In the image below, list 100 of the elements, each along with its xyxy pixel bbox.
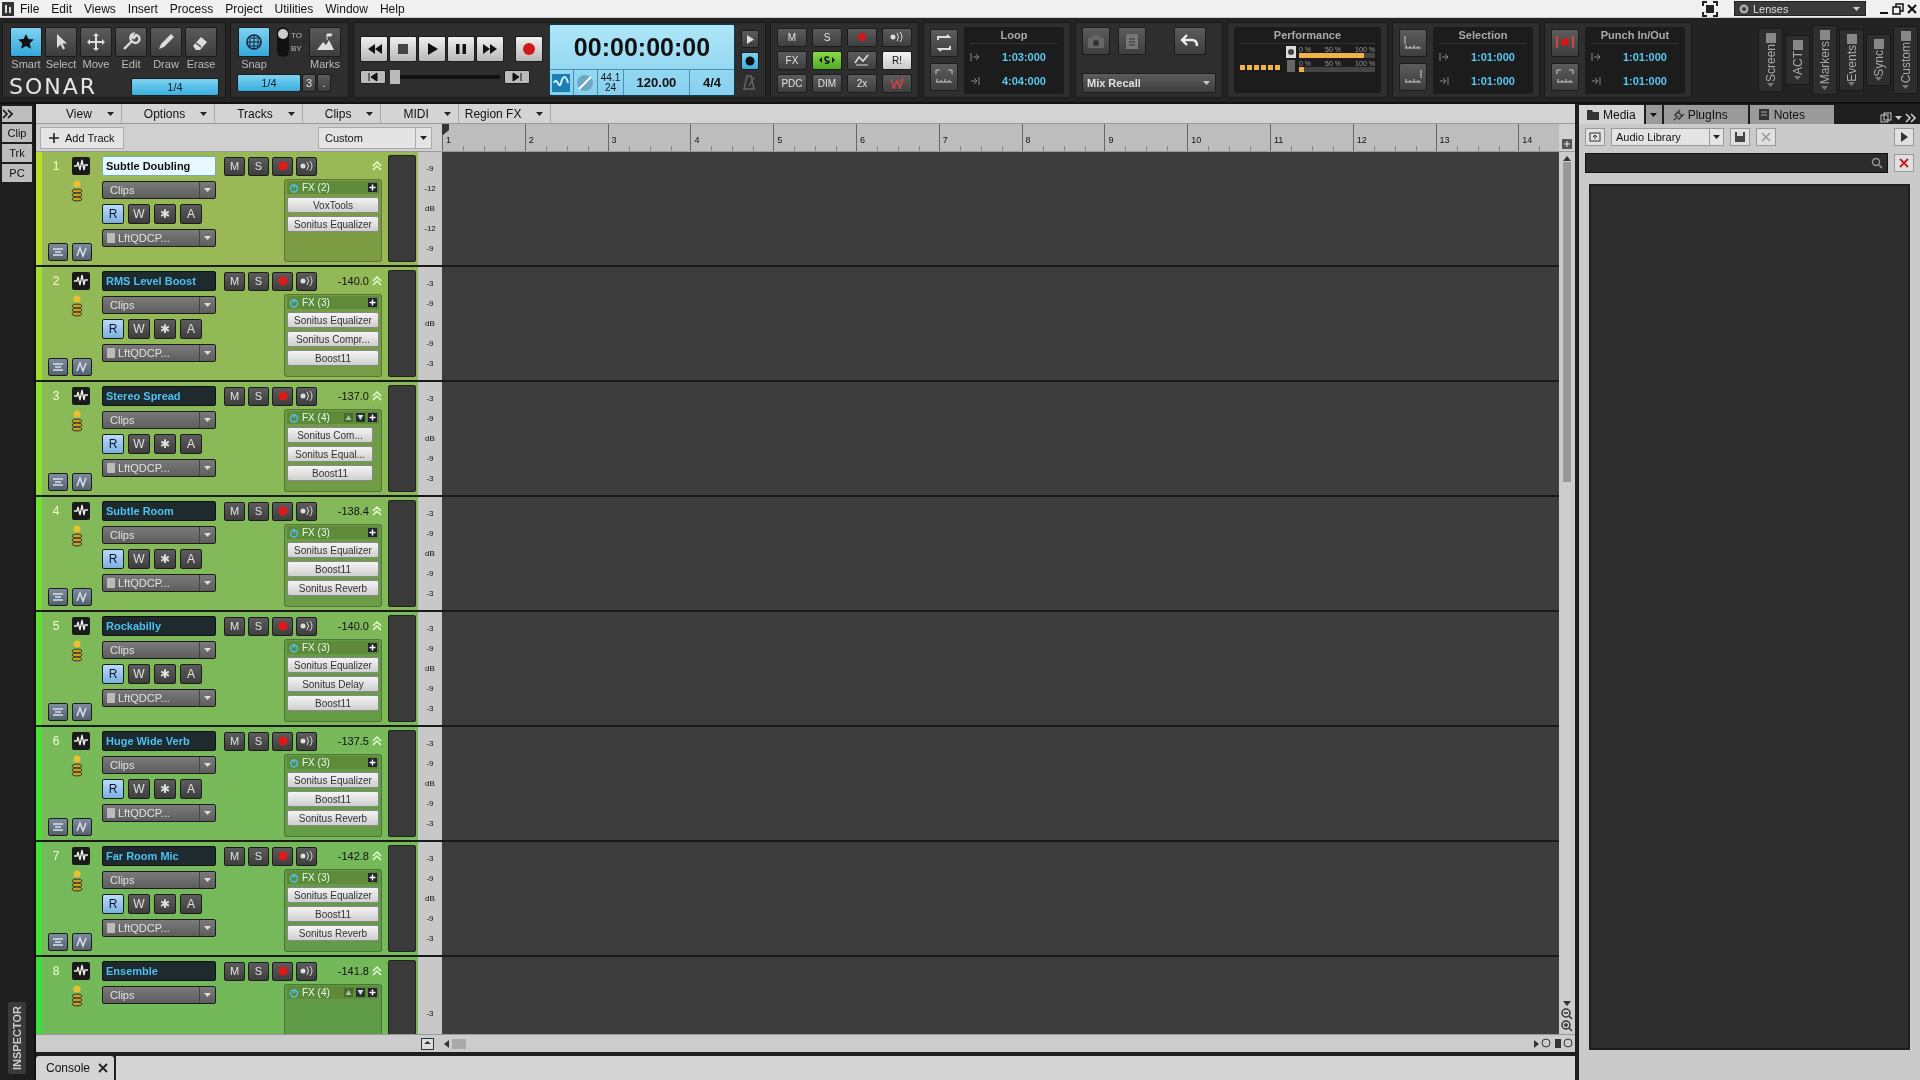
volume-value[interactable]: -140.0 xyxy=(337,620,369,632)
inspector-tab[interactable]: Clip xyxy=(2,124,32,142)
automation-button[interactable]: R xyxy=(102,434,124,454)
lenses-dropdown[interactable]: Lenses xyxy=(1734,1,1866,16)
selection-start-time[interactable]: 1:01:000 xyxy=(1458,50,1527,63)
solo-button[interactable]: S xyxy=(248,156,269,176)
menu-dropdown[interactable]: MIDI xyxy=(381,104,459,123)
menu-item[interactable]: Edit xyxy=(45,1,79,16)
volume-value[interactable]: -140.0 xyxy=(337,275,369,287)
track-name-field[interactable]: Huge Wide Verb xyxy=(102,731,216,751)
inspector-tab[interactable]: INSPECTOR xyxy=(8,1002,26,1074)
plugin-button[interactable]: Boost11 xyxy=(287,465,373,481)
input-dropdown[interactable]: LftQDCP... xyxy=(102,344,216,362)
track-name-field[interactable]: Rockabilly xyxy=(102,616,216,636)
loop-end-time[interactable]: 4:04:000 xyxy=(989,74,1058,87)
automation-button[interactable]: W xyxy=(128,779,150,799)
mix-button[interactable]: 2x xyxy=(846,73,877,93)
mix-button[interactable]: FX xyxy=(776,50,807,70)
mix-button[interactable]: M xyxy=(776,27,807,47)
automation-button[interactable]: ✱ xyxy=(154,779,176,799)
automation-button[interactable]: W xyxy=(128,319,150,339)
mix-button[interactable]: DIM xyxy=(811,73,842,93)
browser-tab[interactable]: Media xyxy=(1579,105,1644,124)
automation-button[interactable]: ✱ xyxy=(154,549,176,569)
track-name-field[interactable]: Stereo Spread xyxy=(102,386,216,406)
input-dropdown[interactable]: LftQDCP... xyxy=(102,229,216,247)
browser-tab[interactable]: PlugIns xyxy=(1663,105,1748,124)
library-dropdown[interactable]: Audio Library xyxy=(1611,128,1724,146)
tempo-value[interactable]: 120.00 xyxy=(623,70,690,95)
automation-button[interactable]: W xyxy=(128,894,150,914)
menu-item[interactable]: Insert xyxy=(121,1,164,16)
solo-button[interactable]: S xyxy=(248,501,269,521)
selection-end-time[interactable]: 1:01:000 xyxy=(1458,74,1527,87)
menu-item[interactable]: Project xyxy=(219,1,269,16)
automation-button[interactable]: A xyxy=(180,779,202,799)
punch-end-time[interactable]: 1:01:000 xyxy=(1610,74,1679,87)
plugin-button[interactable]: VoxTools xyxy=(287,197,379,213)
plugin-button[interactable]: Sonitus Equalizer xyxy=(287,216,379,232)
track-name-field[interactable]: Ensemble xyxy=(102,961,216,981)
mute-button[interactable]: M xyxy=(224,501,245,521)
clips-dropdown[interactable]: Clips xyxy=(102,641,216,659)
menu-dropdown[interactable]: Region FX xyxy=(458,104,552,123)
solo-button[interactable]: S xyxy=(248,271,269,291)
plugin-button[interactable]: Sonitus Compr... xyxy=(287,331,379,347)
automation-button[interactable]: A xyxy=(180,204,202,224)
automation-button[interactable]: R xyxy=(102,664,124,684)
plugin-button[interactable]: Boost11 xyxy=(287,695,379,711)
meter-value[interactable]: 4/4 xyxy=(689,70,734,95)
clips-dropdown[interactable]: Clips xyxy=(102,756,216,774)
volume-value[interactable]: -142.8 xyxy=(337,850,369,862)
mute-button[interactable]: M xyxy=(224,731,245,751)
solo-button[interactable]: S xyxy=(248,731,269,751)
track-name-field[interactable]: RMS Level Boost xyxy=(102,271,216,291)
plugin-button[interactable]: Sonitus Reverb xyxy=(287,810,379,826)
plugin-button[interactable]: Sonitus Equalizer xyxy=(287,772,379,788)
automation-button[interactable]: W xyxy=(128,434,150,454)
plugin-button[interactable]: Boost11 xyxy=(287,906,379,922)
input-dropdown[interactable]: LftQDCP... xyxy=(102,689,216,707)
mute-button[interactable]: M xyxy=(224,846,245,866)
triplet-button[interactable]: 3 xyxy=(302,74,316,92)
mix-button[interactable]: R! xyxy=(881,50,912,70)
automation-button[interactable]: W xyxy=(128,549,150,569)
volume-value[interactable]: -138.4 xyxy=(337,505,369,517)
volume-value[interactable]: -141.8 xyxy=(337,965,369,977)
mute-button[interactable]: M xyxy=(224,616,245,636)
plugin-button[interactable]: Boost11 xyxy=(287,350,379,366)
automation-button[interactable]: R xyxy=(102,204,124,224)
input-dropdown[interactable]: LftQDCP... xyxy=(102,804,216,822)
clips-dropdown[interactable]: Clips xyxy=(102,181,216,199)
plugin-button[interactable]: Sonitus Delay xyxy=(287,676,379,692)
mute-button[interactable]: M xyxy=(224,386,245,406)
mix-button[interactable]: S xyxy=(811,27,842,47)
automation-button[interactable]: A xyxy=(180,434,202,454)
automation-button[interactable]: W xyxy=(128,204,150,224)
automation-button[interactable]: A xyxy=(180,319,202,339)
menu-item[interactable]: File xyxy=(14,1,46,16)
mix-button[interactable]: PDC xyxy=(776,73,807,93)
automation-button[interactable]: R xyxy=(102,894,124,914)
punch-start-time[interactable]: 1:01:000 xyxy=(1610,50,1679,63)
automation-button[interactable]: W xyxy=(128,664,150,684)
clips-dropdown[interactable]: Clips xyxy=(102,526,216,544)
plugin-button[interactable]: Sonitus Equal... xyxy=(287,446,373,462)
automation-button[interactable]: A xyxy=(180,894,202,914)
dotted-button[interactable]: . xyxy=(317,74,331,92)
menu-item[interactable]: Process xyxy=(163,1,220,16)
menu-dropdown[interactable]: View xyxy=(44,104,122,123)
plugin-button[interactable]: Boost11 xyxy=(287,561,379,577)
volume-value[interactable]: -137.0 xyxy=(337,390,369,402)
menu-dropdown[interactable]: Clips xyxy=(302,104,382,123)
clips-dropdown[interactable]: Clips xyxy=(102,296,216,314)
volume-value[interactable]: -137.5 xyxy=(337,735,369,747)
plugin-button[interactable]: Sonitus Equalizer xyxy=(287,312,379,328)
clips-dropdown[interactable]: Clips xyxy=(102,986,216,1004)
browser-tab[interactable]: Notes xyxy=(1749,105,1834,124)
mute-button[interactable]: M xyxy=(224,271,245,291)
automation-button[interactable]: ✱ xyxy=(154,664,176,684)
automation-button[interactable]: ✱ xyxy=(154,319,176,339)
clips-dropdown[interactable]: Clips xyxy=(102,411,216,429)
plugin-button[interactable]: Sonitus Com... xyxy=(287,427,373,443)
automation-button[interactable]: R xyxy=(102,549,124,569)
